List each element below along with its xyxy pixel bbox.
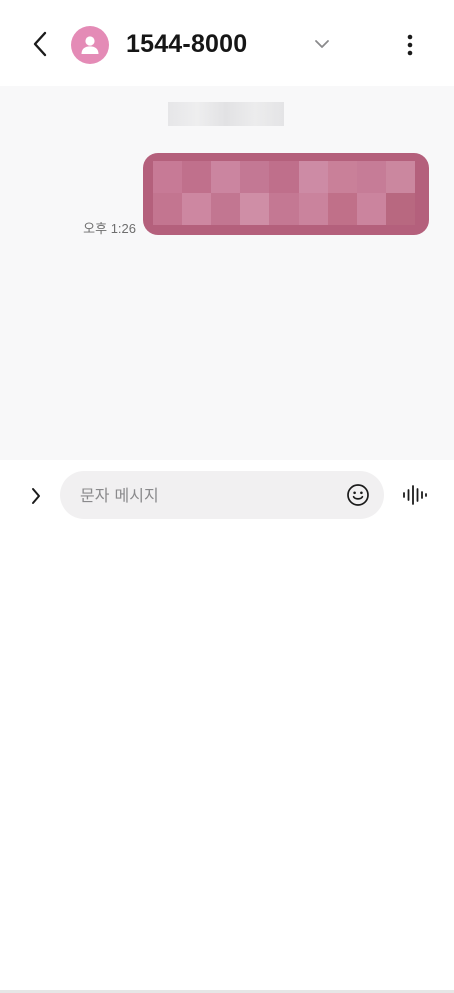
voice-input-button[interactable] [398, 480, 432, 510]
chevron-down-icon [315, 40, 329, 48]
emoji-button[interactable] [344, 481, 372, 509]
person-icon [81, 36, 99, 54]
chevron-left-icon [33, 31, 47, 57]
outgoing-message-bubble[interactable] [143, 153, 429, 235]
message-timestamp: 오후 1:26 [83, 221, 136, 236]
back-button[interactable] [22, 26, 58, 62]
message-input[interactable] [80, 471, 330, 519]
smiley-icon [347, 484, 369, 506]
date-divider-redacted [168, 102, 284, 126]
message-input-container[interactable] [60, 471, 384, 519]
message-list[interactable]: 오후 1:26 [0, 86, 454, 460]
more-options-button[interactable] [396, 28, 424, 62]
voice-waveform-icon [403, 485, 427, 505]
message-composer [0, 460, 454, 993]
redacted-message-text [153, 161, 415, 225]
expand-contact-button[interactable] [308, 30, 336, 58]
conversation-header: 1544-8000 [0, 0, 454, 86]
more-vertical-icon [407, 34, 413, 56]
avatar[interactable] [71, 26, 109, 64]
contact-title: 1544-8000 [126, 30, 248, 58]
chevron-right-icon [32, 488, 40, 504]
expand-toolbar-button[interactable] [22, 482, 50, 510]
